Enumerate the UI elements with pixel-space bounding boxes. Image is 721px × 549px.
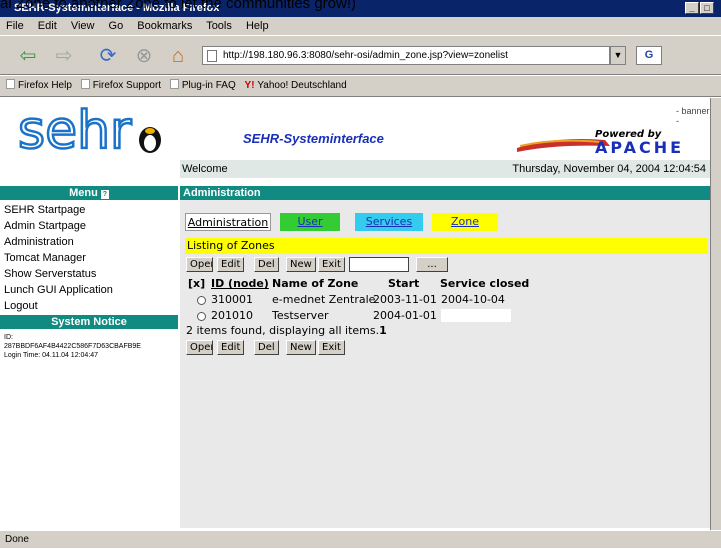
exit-button[interactable]: Exit	[318, 257, 345, 272]
row-start: 2003-11-01	[373, 293, 437, 306]
menu-bookmarks[interactable]: Bookmarks	[137, 20, 192, 32]
row-name: Testserver	[272, 309, 329, 322]
system-notice-text: ID: 287BBDF6AF4B4422C586F7D63CBAFB9E Log…	[4, 334, 141, 359]
home-icon[interactable]: ⌂	[166, 44, 190, 68]
svg-text:APACHE: APACHE	[595, 138, 684, 156]
tab-user[interactable]: User	[280, 213, 340, 231]
go-button[interactable]: G	[636, 46, 662, 65]
system-notice-heading: System Notice	[0, 315, 178, 329]
sidebar-item-administration[interactable]: Administration	[4, 236, 74, 248]
row-id: 201010	[211, 309, 253, 322]
items-found-text: 2 items found, displaying all items.1	[186, 324, 387, 337]
administration-heading: Administration	[180, 186, 710, 200]
row-name: e-mednet Zentrale	[272, 293, 376, 306]
menu-view[interactable]: View	[71, 20, 95, 32]
sidebar-item-logout[interactable]: Logout	[4, 300, 38, 312]
svg-text:sehr: sehr	[18, 104, 132, 154]
sidebar-item-sehr-startpage[interactable]: SEHR Startpage	[4, 204, 85, 216]
menu-help[interactable]: Help	[246, 20, 269, 32]
bookmarks-toolbar: Firefox Help Firefox Support Plug-in FAQ…	[0, 76, 721, 97]
url-text: http://198.180.96.3:8080/sehr-osi/admin_…	[223, 50, 508, 61]
menu-file[interactable]: File	[6, 20, 24, 32]
menu-edit[interactable]: Edit	[38, 20, 57, 32]
menu-tools[interactable]: Tools	[206, 20, 232, 32]
tab-zone[interactable]: Zone	[432, 213, 498, 231]
bookmark-page-icon	[80, 79, 90, 89]
datetime-text: Thursday, November 04, 2004 12:04:54	[512, 163, 706, 175]
sidebar-item-admin-startpage[interactable]: Admin Startpage	[4, 220, 86, 232]
yahoo-icon: Y!	[244, 80, 258, 91]
del-button-bottom[interactable]: Del	[254, 340, 279, 355]
bookmark-page-icon	[6, 79, 15, 89]
bookmark-page-icon	[169, 79, 179, 89]
page-title: SEHR-Systeminterface	[243, 131, 384, 146]
new-button[interactable]: New	[286, 257, 316, 272]
welcome-text: Welcome	[182, 163, 228, 175]
bookmark-plugin-faq[interactable]: Plug-in FAQ	[169, 76, 236, 96]
row-closed	[441, 309, 511, 322]
sehr-logo: sehr	[18, 104, 161, 154]
sidebar-item-show-serverstatus[interactable]: Show Serverstatus	[4, 268, 96, 280]
row-id: 310001	[211, 293, 253, 306]
sidebar-item-lunch-gui[interactable]: Lunch GUI Application	[4, 284, 113, 296]
column-header-name: Name of Zone	[272, 277, 359, 290]
tab-services[interactable]: Services	[355, 213, 423, 231]
page-icon	[207, 50, 217, 62]
bookmark-yahoo[interactable]: Y! Yahoo! Deutschland	[245, 76, 347, 96]
powered-by-apache-logo: Powered by APACHE	[515, 126, 710, 157]
welcome-bar: Welcome Thursday, November 04, 2004 12:0…	[180, 160, 710, 178]
menu-heading: Menu ?	[0, 186, 178, 200]
exit-button-bottom[interactable]: Exit	[318, 340, 345, 355]
caption-text: al Zone to another Zone to let the commu…	[0, 0, 357, 12]
row-radio[interactable]	[197, 312, 206, 321]
bookmark-firefox-support[interactable]: Firefox Support	[80, 76, 161, 96]
url-field[interactable]: http://198.180.96.3:8080/sehr-osi/admin_…	[202, 46, 610, 65]
open-button[interactable]: Open	[186, 257, 213, 272]
reload-icon[interactable]: ⟳	[96, 44, 120, 68]
column-header-id[interactable]: ID (node)	[211, 277, 269, 290]
url-dropdown-button[interactable]: ▼	[610, 46, 626, 65]
back-icon[interactable]: ⇦	[16, 44, 40, 68]
row-radio[interactable]	[197, 296, 206, 305]
page-content: sehr SEHR-Systeminterface - banner - Pow…	[0, 98, 710, 530]
sidebar-item-tomcat-manager[interactable]: Tomcat Manager	[4, 252, 86, 264]
navigation-toolbar: ⇦ ⇨ ⟳ ⊗ ⌂ http://198.180.96.3:8080/sehr-…	[0, 35, 721, 75]
tab-administration[interactable]: Administration	[185, 213, 271, 231]
page-number[interactable]: 1	[379, 324, 387, 337]
browse-button[interactable]: ...	[416, 257, 448, 272]
new-button-bottom[interactable]: New	[286, 340, 316, 355]
edit-button-bottom[interactable]: Edit	[217, 340, 245, 355]
listing-title: Listing of Zones	[185, 238, 708, 254]
forward-icon[interactable]: ⇨	[52, 44, 76, 68]
status-bar: Done	[0, 530, 721, 548]
menu-help-icon[interactable]: ?	[100, 190, 109, 199]
bookmark-firefox-help[interactable]: Firefox Help	[6, 76, 72, 96]
administration-panel: Administration User Services Zone Listin…	[180, 200, 710, 528]
menu-go[interactable]: Go	[109, 20, 124, 32]
column-header-select: [x]	[188, 277, 206, 290]
vertical-scrollbar[interactable]	[710, 98, 721, 530]
del-button[interactable]: Del	[254, 257, 279, 272]
menu-bar: File Edit View Go Bookmarks Tools Help	[0, 17, 721, 35]
banner-text: - banner -	[676, 106, 710, 126]
row-start: 2004-01-01	[373, 309, 437, 322]
edit-button[interactable]: Edit	[217, 257, 245, 272]
open-button-bottom[interactable]: Open	[186, 340, 213, 355]
filter-input[interactable]	[349, 257, 409, 272]
stop-icon[interactable]: ⊗	[132, 44, 156, 68]
row-closed: 2004-10-04	[441, 293, 505, 306]
column-header-service-closed: Service closed	[440, 277, 530, 290]
column-header-start: Start	[388, 277, 420, 290]
